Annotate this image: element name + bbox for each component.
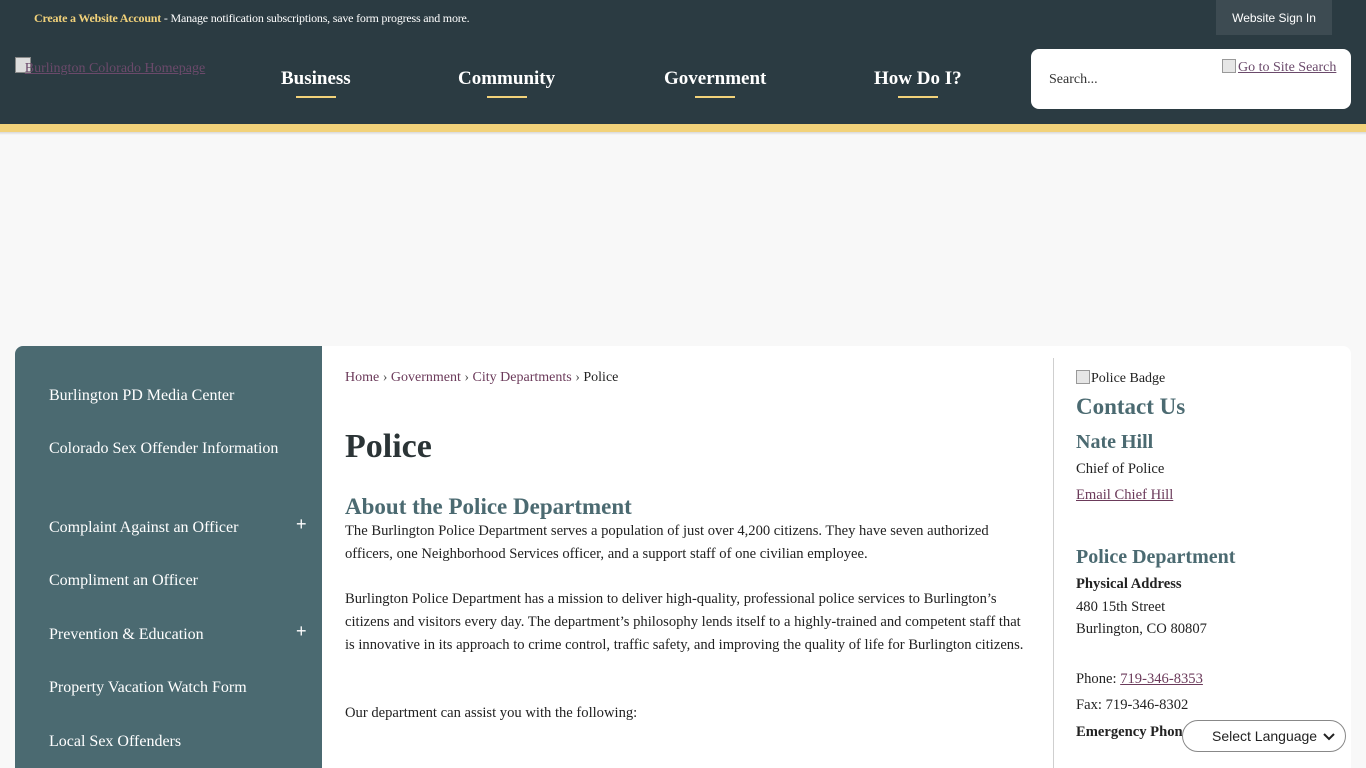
nav-how-do-i-label: How Do I? <box>874 68 962 89</box>
mission-paragraph: Burlington Police Department has a missi… <box>345 591 1024 653</box>
fax-line: Fax: 719-346-8302 <box>1076 697 1188 714</box>
nav-underline <box>897 96 938 98</box>
phone-label: Phone: <box>1076 671 1121 687</box>
sidebar-item-compliment[interactable]: Compliment an Officer <box>49 568 279 593</box>
expand-plus-icon[interactable]: + <box>296 621 307 642</box>
column-divider <box>1053 358 1054 768</box>
section-title: About the Police Department <box>345 494 632 519</box>
nav-government[interactable]: Government <box>664 68 766 98</box>
fax-label: Fax: <box>1076 697 1106 713</box>
breadcrumb-government[interactable]: Government <box>391 370 461 385</box>
broken-image-icon <box>1222 59 1236 73</box>
search-submit-button[interactable]: Go to Site Search <box>1222 59 1336 76</box>
sidebar-nav: Burlington PD Media Center Colorado Sex … <box>15 346 322 768</box>
email-chief-label: Email Chief Hill <box>1076 487 1174 503</box>
sidebar-item-sex-offender-info[interactable]: Colorado Sex Offender Information <box>49 436 279 461</box>
assist-paragraph: Our department can assist you with the f… <box>345 705 638 721</box>
breadcrumb-separator: › <box>575 370 580 385</box>
phone-line: Phone: 719-346-8353 <box>1076 671 1203 688</box>
chevron-down-icon <box>1323 733 1335 741</box>
logo-link[interactable]: Burlington Colorado Homepage <box>15 57 215 107</box>
language-select[interactable]: Select Language <box>1182 720 1346 752</box>
nav-how-do-i[interactable]: How Do I? <box>874 68 962 98</box>
page-title: Police <box>345 428 432 465</box>
intro-paragraph: The Burlington Police Department serves … <box>345 523 989 562</box>
police-badge-alt: Police Badge <box>1091 371 1166 386</box>
breadcrumb-separator: › <box>382 370 388 385</box>
nav-underline <box>295 96 336 98</box>
nav-community-label: Community <box>458 68 556 89</box>
contact-heading: Contact Us <box>1076 394 1186 419</box>
expand-plus-icon[interactable]: + <box>296 514 307 535</box>
account-notice: Create a Website Account - Manage notifi… <box>34 11 470 26</box>
emergency-phone-label: Emergency Phone <box>1076 724 1190 740</box>
nav-government-label: Government <box>664 68 767 89</box>
sidebar-item-prevention[interactable]: Prevention & Education <box>49 622 279 647</box>
nav-underline <box>486 96 527 98</box>
search-box: Go to Site Search <box>1031 49 1351 109</box>
search-submit-alt: Go to Site Search <box>1238 60 1337 75</box>
phone-link[interactable]: 719-346-8353 <box>1120 671 1203 687</box>
fax-number: 719-346-8302 <box>1105 697 1189 713</box>
create-account-link[interactable]: Create a Website Account <box>34 11 161 25</box>
content-card: Burlington PD Media Center Colorado Sex … <box>15 346 1351 768</box>
sidebar-item-complaint[interactable]: Complaint Against an Officer <box>49 515 279 540</box>
language-select-label: Select Language <box>1212 728 1318 744</box>
logo-alt-text: Burlington Colorado Homepage <box>24 61 206 76</box>
address-line-2: Burlington, CO 80807 <box>1076 621 1207 637</box>
breadcrumb-home[interactable]: Home <box>345 370 379 385</box>
search-input[interactable] <box>1049 69 1229 91</box>
address-line-1: 480 15th Street <box>1076 599 1166 615</box>
sidebar-item-local-offenders[interactable]: Local Sex Offenders <box>49 729 279 754</box>
broken-image-icon <box>1076 370 1090 384</box>
address-label: Physical Address <box>1076 576 1182 592</box>
breadcrumb: Home › Government › City Departments › P… <box>345 370 618 386</box>
create-account-description: - Manage notification subscriptions, sav… <box>161 11 470 25</box>
email-chief-link[interactable]: Email Chief Hill <box>1076 487 1173 504</box>
department-heading: Police Department <box>1076 546 1236 568</box>
website-sign-in-button[interactable]: Website Sign In <box>1216 0 1332 35</box>
police-badge-image: Police Badge <box>1076 370 1165 387</box>
nav-underline <box>695 96 736 98</box>
breadcrumb-current: Police <box>583 370 619 385</box>
contact-name: Nate Hill <box>1076 431 1154 453</box>
header-shadow <box>0 132 1366 135</box>
nav-community[interactable]: Community <box>458 68 555 98</box>
nav-business[interactable]: Business <box>281 68 351 98</box>
sidebar-item-media-center[interactable]: Burlington PD Media Center <box>49 383 279 408</box>
sidebar-item-vacation-watch[interactable]: Property Vacation Watch Form <box>49 675 279 700</box>
site-header: Burlington Colorado Homepage Business Co… <box>0 36 1366 124</box>
header-accent-line <box>0 124 1366 132</box>
contact-role: Chief of Police <box>1076 461 1165 477</box>
nav-business-label: Business <box>281 68 351 89</box>
utility-bar: Create a Website Account - Manage notifi… <box>0 0 1366 36</box>
breadcrumb-city-departments[interactable]: City Departments <box>473 370 572 385</box>
breadcrumb-separator: › <box>464 370 470 385</box>
